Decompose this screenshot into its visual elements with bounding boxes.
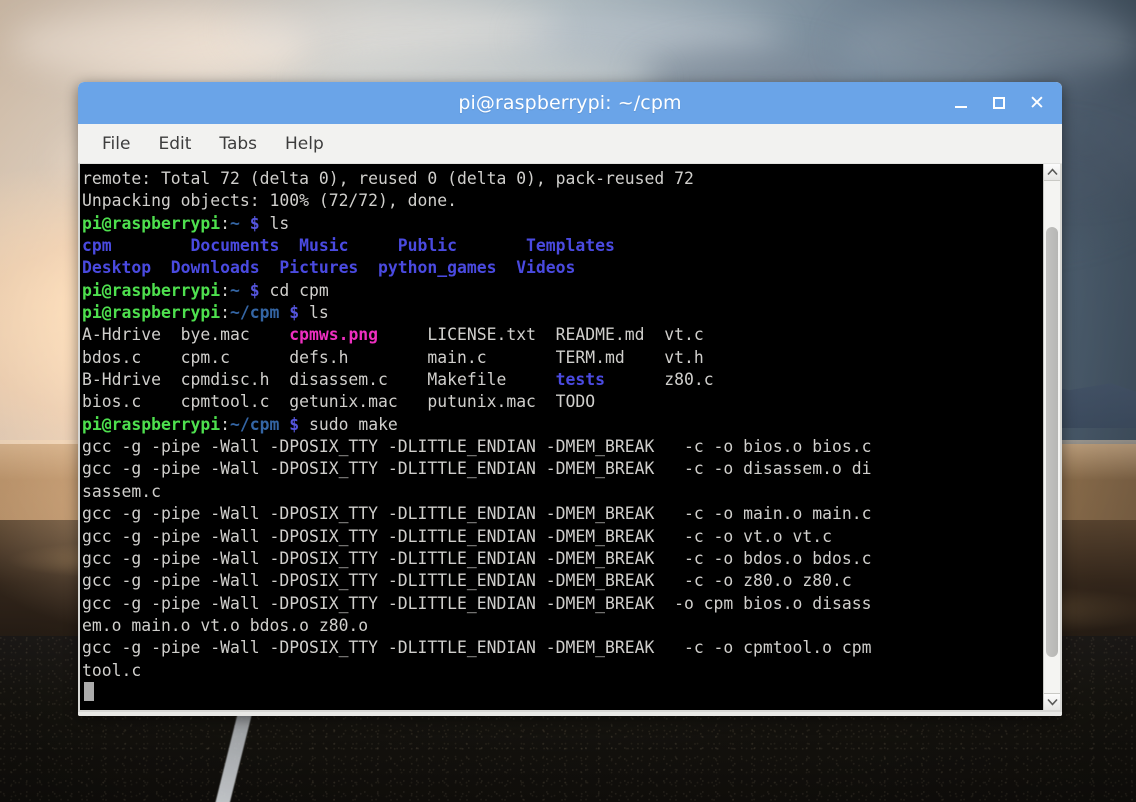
terminal-text-segment: sudo make	[299, 414, 398, 434]
terminal-text-segment: ~	[230, 213, 240, 233]
chevron-up-icon	[1046, 168, 1058, 176]
terminal-line: sassem.c	[82, 482, 161, 501]
terminal-line: bios.c cpmtool.c getunix.mac putunix.mac…	[82, 392, 595, 411]
scrollbar-track[interactable]	[1044, 181, 1060, 693]
scrollbar-thumb[interactable]	[1046, 227, 1058, 657]
minimize-icon	[955, 106, 967, 108]
terminal-text-segment: ~/cpm	[230, 303, 280, 323]
terminal-line: cpm Documents Music Public Templates	[82, 236, 615, 255]
menu-item-edit[interactable]: Edit	[148, 131, 201, 157]
terminal-text-segment: sassem.c	[82, 481, 161, 501]
terminal-text-segment: B-Hdrive cpmdisc.h disassem.c Makefile	[82, 370, 556, 390]
window-title: pi@raspberrypi: ~/cpm	[458, 92, 682, 114]
terminal-line: gcc -g -pipe -Wall -DPOSIX_TTY -DLITTLE_…	[82, 504, 871, 523]
terminal-text-segment: cpmws.png	[289, 325, 379, 345]
terminal-output[interactable]: remote: Total 72 (delta 0), reused 0 (de…	[82, 168, 1043, 682]
terminal-text-segment: remote: Total 72 (delta 0), reused 0 (de…	[82, 169, 694, 188]
terminal-text-segment: gcc -g -pipe -Wall -DPOSIX_TTY -DLITTLE_…	[82, 593, 872, 613]
terminal-text-segment: $	[249, 280, 260, 300]
terminal-window[interactable]: pi@raspberrypi: ~/cpm ✕ File Edit Tabs H…	[78, 82, 1062, 716]
terminal-text-segment: $	[249, 213, 260, 233]
menu-item-tabs[interactable]: Tabs	[209, 131, 267, 157]
terminal-text-segment: gcc -g -pipe -Wall -DPOSIX_TTY -DLITTLE_…	[82, 459, 872, 479]
terminal-cursor	[84, 682, 94, 702]
terminal-text-segment: gcc -g -pipe -Wall -DPOSIX_TTY -DLITTLE_…	[82, 526, 832, 546]
terminal-text-segment: ls	[299, 303, 329, 323]
close-button[interactable]: ✕	[1026, 92, 1048, 114]
window-titlebar[interactable]: pi@raspberrypi: ~/cpm ✕	[78, 82, 1062, 124]
terminal-text-segment: bios.c cpmtool.c getunix.mac putunix.mac…	[82, 392, 596, 412]
terminal-text-segment: $	[289, 303, 300, 323]
scroll-up-button[interactable]	[1044, 164, 1060, 181]
terminal-text-segment: pi@raspberrypi	[82, 280, 221, 300]
terminal-line: pi@raspberrypi:~ $ cd cpm	[82, 281, 329, 300]
terminal-line: pi@raspberrypi:~ $ ls	[82, 214, 289, 233]
terminal-line: B-Hdrive cpmdisc.h disassem.c Makefile t…	[82, 370, 714, 389]
terminal-text-segment: Unpacking objects: 100% (72/72), done.	[82, 191, 457, 211]
terminal-text-segment: :	[220, 280, 231, 300]
terminal-line: Desktop Downloads Pictures python_games …	[82, 258, 575, 277]
terminal-line: tool.c	[82, 661, 141, 680]
terminal-scrollbar[interactable]	[1043, 164, 1060, 710]
terminal-line: Unpacking objects: 100% (72/72), done.	[82, 191, 457, 210]
wallpaper-cloud	[230, 2, 560, 60]
terminal-text-segment: LICENSE.txt README.md vt.c	[378, 325, 704, 345]
terminal-text-segment: bdos.c cpm.c defs.h main.c TERM.md vt.h	[82, 347, 704, 367]
terminal-line: remote: Total 72 (delta 0), reused 0 (de…	[82, 169, 694, 188]
terminal-screen[interactable]: remote: Total 72 (delta 0), reused 0 (de…	[80, 164, 1043, 710]
terminal-text-segment: gcc -g -pipe -Wall -DPOSIX_TTY -DLITTLE_…	[82, 548, 872, 568]
terminal-text-segment: gcc -g -pipe -Wall -DPOSIX_TTY -DLITTLE_…	[82, 638, 872, 658]
terminal-text-segment: gcc -g -pipe -Wall -DPOSIX_TTY -DLITTLE_…	[82, 504, 872, 524]
menu-bar: File Edit Tabs Help	[78, 124, 1062, 164]
terminal-line: pi@raspberrypi:~/cpm $ sudo make	[82, 415, 398, 434]
terminal-text-segment: em.o main.o vt.o bdos.o z80.o	[82, 615, 369, 635]
terminal-text-segment: Desktop Downloads Pictures python_games …	[82, 258, 576, 278]
terminal-text-segment: :	[220, 303, 231, 323]
terminal-text-segment: tool.c	[82, 660, 142, 680]
terminal-line: gcc -g -pipe -Wall -DPOSIX_TTY -DLITTLE_…	[82, 571, 852, 590]
terminal-line: pi@raspberrypi:~/cpm $ ls	[82, 303, 329, 322]
terminal-line: bdos.c cpm.c defs.h main.c TERM.md vt.h	[82, 348, 704, 367]
terminal-text-segment: A-Hdrive bye.mac	[82, 325, 290, 345]
menu-item-file[interactable]: File	[92, 131, 140, 157]
terminal-text-segment: ls	[259, 213, 290, 233]
terminal-line: gcc -g -pipe -Wall -DPOSIX_TTY -DLITTLE_…	[82, 594, 871, 613]
terminal-body[interactable]: remote: Total 72 (delta 0), reused 0 (de…	[78, 164, 1062, 712]
minimize-button[interactable]	[950, 92, 972, 114]
maximize-icon	[993, 97, 1005, 109]
terminal-text-segment: :	[220, 213, 231, 233]
terminal-text-segment: z80.c	[605, 370, 714, 390]
terminal-text-segment: tests	[555, 370, 606, 390]
terminal-line: gcc -g -pipe -Wall -DPOSIX_TTY -DLITTLE_…	[82, 437, 871, 456]
terminal-text-segment: ~	[230, 280, 240, 300]
terminal-text-segment: :	[220, 414, 231, 434]
window-bottom-edge	[78, 712, 1062, 716]
terminal-text-segment: gcc -g -pipe -Wall -DPOSIX_TTY -DLITTLE_…	[82, 437, 872, 457]
terminal-text-segment: pi@raspberrypi	[82, 414, 221, 434]
terminal-line: A-Hdrive bye.mac cpmws.png LICENSE.txt R…	[82, 325, 704, 344]
chevron-down-icon	[1046, 698, 1058, 706]
window-controls: ✕	[950, 82, 1048, 124]
terminal-text-segment: cd cpm	[259, 280, 329, 300]
terminal-line: gcc -g -pipe -Wall -DPOSIX_TTY -DLITTLE_…	[82, 549, 871, 568]
scroll-down-button[interactable]	[1044, 693, 1060, 710]
terminal-text-segment: ~/cpm	[230, 414, 280, 434]
terminal-text-segment: gcc -g -pipe -Wall -DPOSIX_TTY -DLITTLE_…	[82, 571, 852, 591]
terminal-line: em.o main.o vt.o bdos.o z80.o	[82, 616, 368, 635]
terminal-line: gcc -g -pipe -Wall -DPOSIX_TTY -DLITTLE_…	[82, 638, 871, 657]
terminal-text-segment: $	[289, 414, 300, 434]
terminal-text-segment: cpm Documents Music Public Templates	[82, 236, 615, 256]
maximize-button[interactable]	[988, 92, 1010, 114]
terminal-text-segment: pi@raspberrypi	[82, 213, 221, 233]
terminal-text-segment: pi@raspberrypi	[82, 303, 221, 323]
close-icon: ✕	[1029, 91, 1045, 114]
terminal-line: gcc -g -pipe -Wall -DPOSIX_TTY -DLITTLE_…	[82, 459, 871, 478]
terminal-line: gcc -g -pipe -Wall -DPOSIX_TTY -DLITTLE_…	[82, 527, 832, 546]
menu-item-help[interactable]: Help	[275, 131, 334, 157]
